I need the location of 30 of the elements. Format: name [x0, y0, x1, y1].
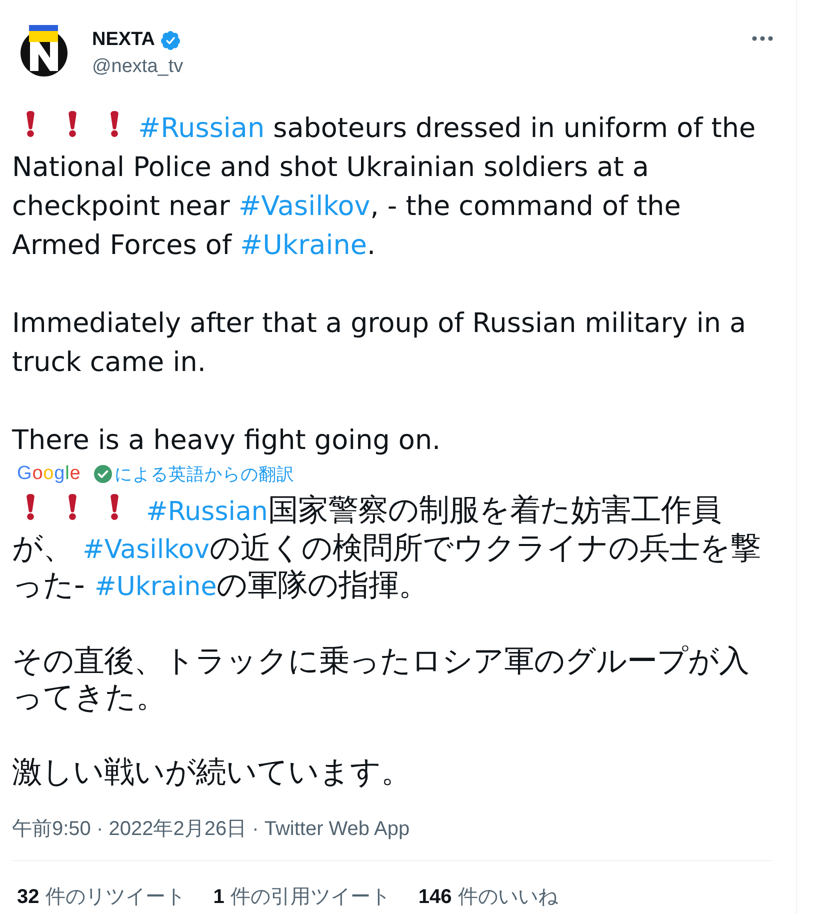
- hashtag-link[interactable]: #Russian: [138, 113, 265, 144]
- timestamp-text: 午前9:50 · 2022年2月26日 · Twitter Web App: [12, 817, 411, 841]
- translated-text: その直後、トラックに乗ったロシア軍のグループが入ってきた。: [12, 644, 750, 716]
- check-circle-icon: [94, 465, 112, 483]
- display-name[interactable]: NEXTA: [92, 28, 155, 52]
- hashtag-link[interactable]: #Vasilkov: [82, 534, 210, 564]
- engagement-count-link[interactable]: 32 件のリツイート: [17, 886, 186, 908]
- provider-logo: Google: [17, 463, 81, 485]
- hashtag-link[interactable]: #Russian: [146, 497, 268, 527]
- translated-text: 激しい戦いが続いています。: [12, 754, 412, 791]
- avatar-logo[interactable]: [20, 25, 68, 77]
- exclamation-icon: [68, 111, 77, 137]
- hashtag-link[interactable]: #Ukraine: [94, 572, 217, 602]
- hashtag-link[interactable]: #Vasilkov: [238, 191, 370, 222]
- exclamation-icon: [110, 494, 119, 520]
- more-icon: [752, 36, 773, 41]
- exclamation-icon: [110, 111, 119, 137]
- translation-note: による英語からの翻訳: [114, 463, 295, 485]
- hashtag-link[interactable]: #Ukraine: [240, 230, 367, 261]
- exclamation-icon: [26, 111, 35, 137]
- tweet-text: Immediately after that a group of Russian military in a truck came in.: [12, 307, 748, 380]
- tweet-text: There is a heavy fight going on.: [12, 424, 442, 458]
- username-handle[interactable]: @nexta_tv: [92, 55, 184, 79]
- engagement-count-link[interactable]: 1 件の引用ツイート: [213, 886, 390, 908]
- more-button[interactable]: [752, 36, 773, 41]
- translated-text: #Russian国家警察の制服を着た妨害工作員が、 #Vasilkovの近くの検問所でウクライナの兵士を撃った- #Ukraineの軍隊の指揮。: [12, 493, 762, 605]
- exclamation-icon: [26, 494, 35, 520]
- engagement-count-link[interactable]: 146 件のいいね: [418, 886, 558, 908]
- exclamation-icon: [68, 494, 77, 520]
- tweet-text: #Russian saboteurs dressed in uniform of the National Police and shot Ukrainian soldiers at a checkpoint near #Vasilkov, - the command of the Armed Forces of #Ukraine.: [12, 110, 757, 263]
